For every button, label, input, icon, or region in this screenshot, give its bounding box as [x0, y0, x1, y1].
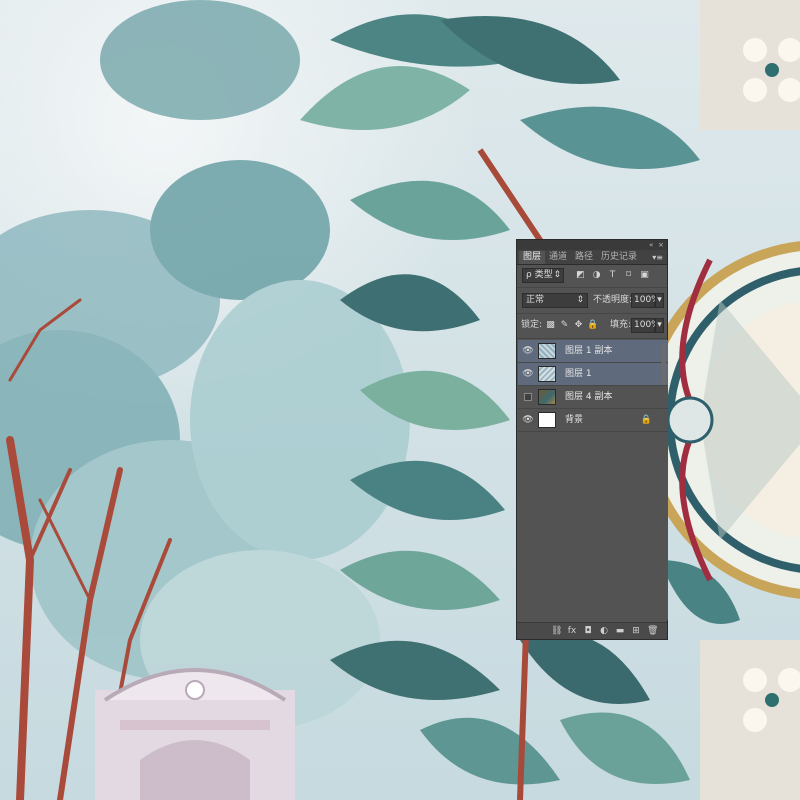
- tab-layers[interactable]: 图层: [519, 251, 546, 264]
- blend-mode-select[interactable]: 正常 ⇕: [522, 293, 588, 308]
- filter-adjustment-icon[interactable]: ◑: [591, 270, 602, 281]
- stone-arch: [95, 668, 295, 800]
- layer-row[interactable]: 👁 背景 🔒: [518, 409, 668, 432]
- opacity-dropdown-icon[interactable]: ▾: [655, 293, 664, 308]
- delete-layer-icon[interactable]: 🗑: [647, 624, 658, 639]
- new-group-icon[interactable]: ▬: [615, 624, 625, 639]
- panel-menu-icon[interactable]: ▾≡: [652, 251, 663, 264]
- layer-thumbnail: [538, 343, 556, 359]
- layer-style-icon[interactable]: fx: [567, 624, 577, 639]
- layer-name[interactable]: 图层 1: [565, 368, 592, 381]
- new-layer-icon[interactable]: ⊞: [631, 624, 641, 639]
- panel-titlebar[interactable]: « ×: [517, 240, 667, 250]
- eye-icon[interactable]: 👁: [522, 345, 534, 357]
- eye-icon[interactable]: 👁: [522, 414, 534, 426]
- layer-row[interactable]: 图层 4 副本: [518, 386, 668, 409]
- tab-history[interactable]: 历史记录: [597, 251, 641, 264]
- filter-smart-object-icon[interactable]: ▣: [639, 270, 650, 281]
- tab-channels[interactable]: 通道: [545, 251, 571, 264]
- close-icon[interactable]: ×: [658, 240, 664, 250]
- add-mask-icon[interactable]: ◘: [583, 624, 593, 639]
- blend-mode-value: 正常: [526, 295, 545, 305]
- collapse-icon[interactable]: «: [649, 240, 653, 250]
- layer-thumbnail: [538, 412, 556, 428]
- lock-row: 锁定: ▩ ✎ ✥ 🔒 填充: 100% ▾: [517, 314, 667, 339]
- eye-icon[interactable]: 👁: [522, 368, 534, 380]
- link-layers-icon[interactable]: ⛓: [551, 624, 562, 639]
- filter-kind-arrow-icon: ⇕: [553, 270, 561, 280]
- lock-label: 锁定:: [521, 320, 543, 330]
- background-artwork: [0, 0, 800, 800]
- layer-name[interactable]: 图层 1 副本: [565, 345, 612, 358]
- layer-row[interactable]: 👁 图层 1 副本: [518, 340, 668, 363]
- layers-scrollbar[interactable]: [661, 344, 666, 384]
- filter-kind-label: ρ 类型: [526, 270, 553, 280]
- filter-type-icon[interactable]: T: [607, 270, 618, 281]
- layer-thumbnail: [538, 366, 556, 382]
- lock-image-icon[interactable]: ✎: [559, 320, 570, 331]
- lock-transparent-icon[interactable]: ▩: [545, 320, 556, 331]
- panel-tabs: 图层 通道 路径 历史记录 ▾≡: [517, 250, 667, 265]
- lock-position-icon[interactable]: ✥: [573, 320, 584, 331]
- opacity-input[interactable]: 100%: [631, 293, 660, 308]
- visibility-off-checkbox[interactable]: [524, 393, 532, 401]
- filter-kind-select[interactable]: ρ 类型 ⇕: [522, 268, 564, 283]
- opacity-label: 不透明度:: [593, 295, 633, 305]
- layer-row[interactable]: 👁 图层 1: [518, 363, 668, 386]
- lock-icon: 🔒: [640, 415, 652, 425]
- blend-row: 正常 ⇕ 不透明度: 100% ▾: [517, 288, 667, 314]
- layers-list: 👁 图层 1 副本 👁 图层 1 图层 4 副本 👁 背景 🔒: [518, 340, 668, 620]
- layer-thumbnail: [538, 389, 556, 405]
- fill-label: 填充:: [610, 320, 632, 330]
- filter-shape-icon[interactable]: ⌑: [623, 270, 634, 281]
- blend-mode-arrow-icon: ⇕: [576, 295, 584, 305]
- layer-name[interactable]: 背景: [565, 414, 583, 427]
- layers-panel: « × 图层 通道 路径 历史记录 ▾≡ ρ 类型 ⇕ ◩ ◑ T ⌑ ▣ 正常…: [516, 239, 668, 640]
- panel-footer: ⛓ fx ◘ ◐ ▬ ⊞ 🗑: [517, 622, 667, 639]
- fill-dropdown-icon[interactable]: ▾: [655, 318, 664, 333]
- lock-all-icon[interactable]: 🔒: [587, 320, 598, 331]
- filter-pixel-icon[interactable]: ◩: [575, 270, 586, 281]
- filter-row: ρ 类型 ⇕ ◩ ◑ T ⌑ ▣: [517, 265, 667, 288]
- adjustment-layer-icon[interactable]: ◐: [599, 624, 609, 639]
- layer-name[interactable]: 图层 4 副本: [565, 391, 612, 404]
- fill-input[interactable]: 100%: [631, 318, 660, 333]
- tab-paths[interactable]: 路径: [571, 251, 597, 264]
